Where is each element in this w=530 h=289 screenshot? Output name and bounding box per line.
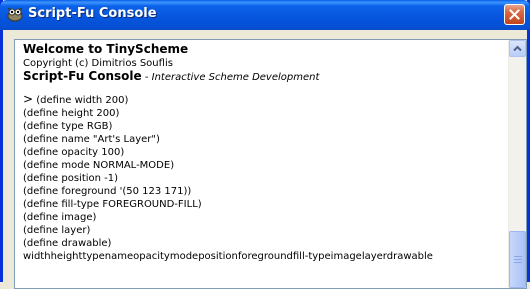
console-heading: Script-Fu Console [23, 69, 142, 83]
console-line: (define foreground '(50 123 171)) [23, 186, 192, 197]
script-fu-console-window: Script-Fu Console Welcome to TinyScheme … [0, 0, 530, 289]
console-line: (define mode NORMAL-MODE) [23, 160, 175, 171]
title-bar[interactable]: Script-Fu Console [0, 0, 530, 30]
gimp-wilber-icon [6, 6, 24, 22]
welcome-heading: Welcome to TinyScheme [23, 42, 189, 56]
console-line: (define layer) [23, 225, 91, 236]
console-line: (define height 200) [23, 108, 120, 119]
console-line: (define type RGB) [23, 121, 113, 132]
vertical-scrollbar[interactable] [508, 40, 526, 288]
heading-separator: - [141, 72, 152, 83]
console-subtitle: Interactive Scheme Development [151, 72, 320, 83]
scroll-thumb[interactable] [509, 231, 526, 288]
scroll-up-button[interactable] [509, 40, 526, 57]
close-icon [509, 9, 520, 20]
console-line: (define name "Art's Layer") [23, 134, 160, 145]
console-line: > (define width 200) [23, 93, 508, 107]
grip-line [514, 259, 522, 260]
scroll-up-arrow-icon [513, 45, 522, 52]
console-line: (define drawable) [23, 238, 112, 249]
console-text: Welcome to TinyScheme Copyright (c) Dimi… [23, 41, 508, 263]
console-line: (define fill-type FOREGROUND-FILL) [23, 199, 202, 210]
window-title: Script-Fu Console [28, 6, 157, 21]
close-button[interactable] [504, 4, 525, 25]
console-line: (define position -1) [23, 173, 119, 184]
console-output-line: widthheighttypenameopacitymodepositionfo… [23, 251, 433, 262]
console-line-text: (define width 200) [36, 95, 129, 106]
console-line: (define image) [23, 212, 97, 223]
console-heading-line: Script-Fu Console - Interactive Scheme D… [23, 70, 508, 84]
grip-line [514, 262, 522, 263]
grip-line [514, 256, 522, 257]
prompt-symbol: > [23, 92, 34, 106]
console-line: (define opacity 100) [23, 147, 125, 158]
console-output-area[interactable]: Welcome to TinyScheme Copyright (c) Dimi… [14, 39, 527, 289]
